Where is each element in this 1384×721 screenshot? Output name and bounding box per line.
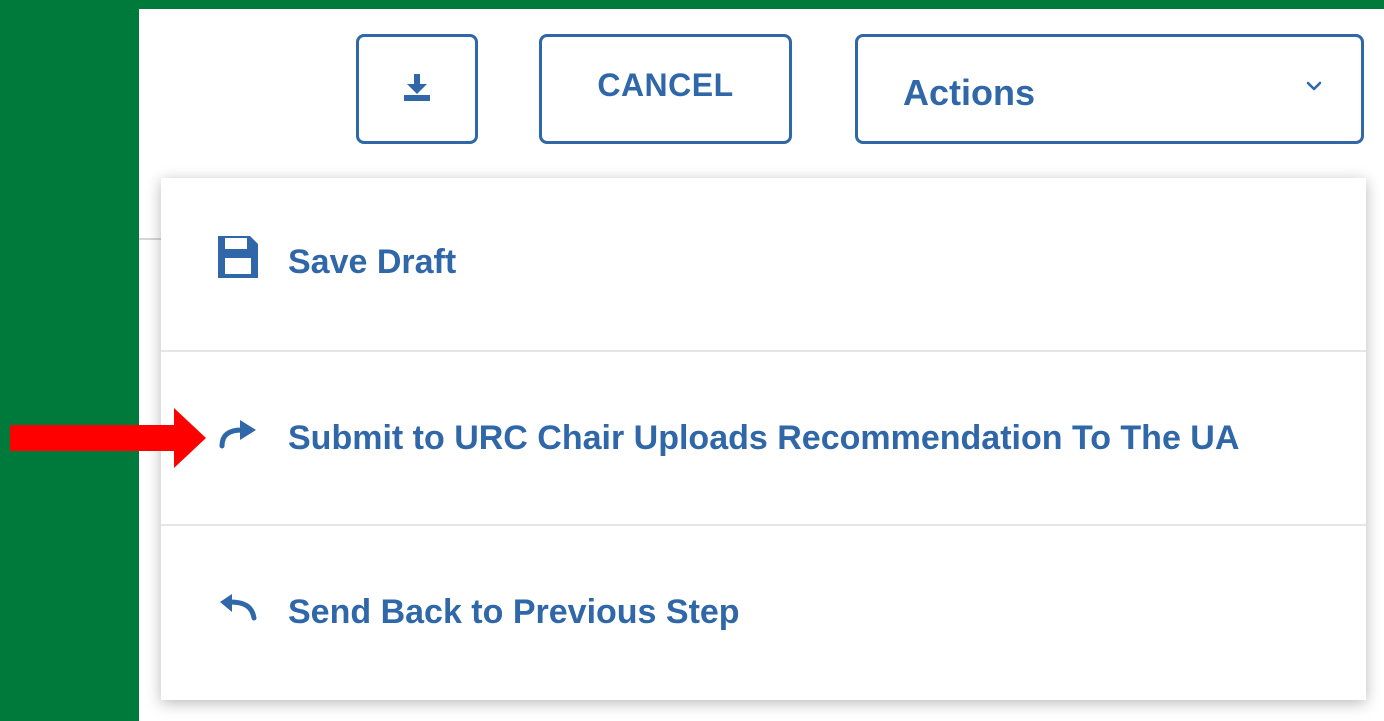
download-icon [401,72,433,107]
actions-dropdown[interactable]: Actions [855,34,1364,144]
menu-item-label: Save Draft [288,243,457,281]
chevron-down-icon [1305,79,1323,97]
undo-arrow-icon [216,592,260,633]
redo-arrow-icon [216,418,260,459]
menu-item-submit-to-urc-chair[interactable]: Submit to URC Chair Uploads Recommendati… [161,352,1366,524]
download-button[interactable] [356,34,478,144]
menu-item-save-draft[interactable]: Save Draft [161,178,1366,350]
menu-item-label: Send Back to Previous Step [288,593,740,631]
actions-menu: Save Draft Submit to URC Chair Uploads R… [161,178,1366,700]
menu-item-label: Submit to URC Chair Uploads Recommendati… [288,419,1240,457]
menu-item-send-back[interactable]: Send Back to Previous Step [161,526,1366,700]
background-divider [139,238,161,240]
save-icon [216,234,260,289]
red-pointer-arrow-icon [10,408,206,475]
cancel-button[interactable]: CANCEL [539,34,792,144]
actions-dropdown-label: Actions [903,72,1036,113]
cancel-button-label: CANCEL [597,66,734,103]
